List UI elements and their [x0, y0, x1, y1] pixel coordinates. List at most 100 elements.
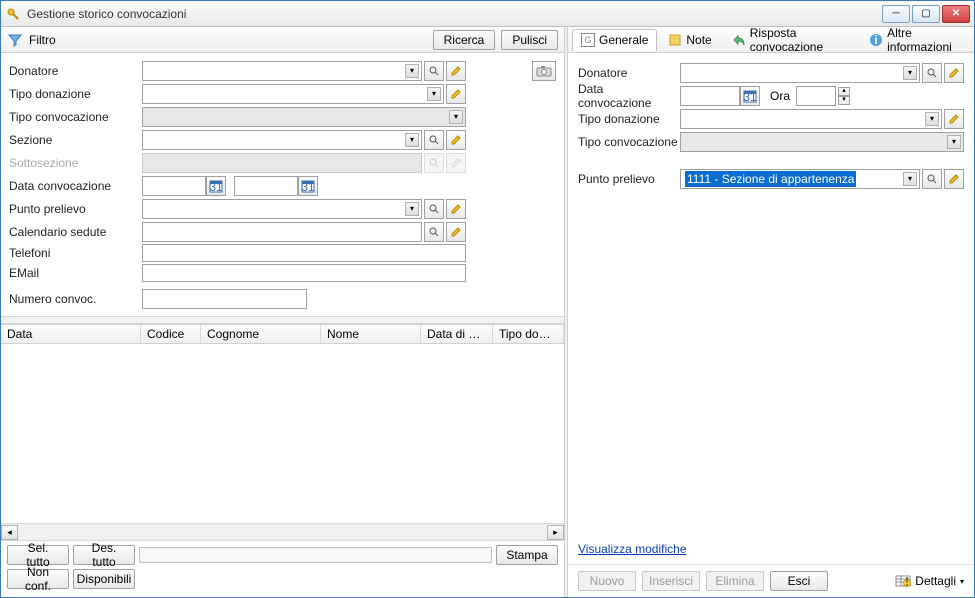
- calendario-edit-icon[interactable]: [446, 222, 466, 242]
- d-calendar-icon[interactable]: 31: [740, 86, 760, 106]
- tab-generale[interactable]: G Generale: [572, 29, 657, 51]
- lbl-tipo-donazione: Tipo donazione: [9, 87, 142, 101]
- dettagli-toggle[interactable]: ! Dettagli ▾: [895, 574, 964, 588]
- col-data-na[interactable]: Data di na...: [421, 325, 493, 343]
- data-conv-from[interactable]: [142, 176, 206, 196]
- lbl-d-tipo-donazione: Tipo donazione: [578, 112, 680, 126]
- lbl-sottosezione: Sottosezione: [9, 156, 142, 170]
- grid-header: Data Codice Cognome Nome Data di na... T…: [1, 324, 564, 344]
- tipo-donazione-edit-icon[interactable]: [446, 84, 466, 104]
- pulisci-button[interactable]: Pulisci: [501, 30, 558, 50]
- sezione-combo[interactable]: ▾: [142, 130, 422, 150]
- svg-text:31: 31: [209, 180, 223, 193]
- visualizza-modifiche-link[interactable]: Visualizza modifiche: [568, 534, 974, 564]
- filter-bar: Filtro Ricerca Pulisci: [1, 27, 564, 53]
- sezione-search-icon[interactable]: [424, 130, 444, 150]
- ora-down-icon[interactable]: ▾: [838, 96, 850, 105]
- stampa-button[interactable]: Stampa: [496, 545, 558, 565]
- non-conf-button[interactable]: Non conf.: [7, 569, 69, 589]
- tab-risposta[interactable]: Risposta convocazione: [723, 29, 858, 51]
- window-buttons: ─ ▢ ✕: [882, 5, 970, 23]
- d-donatore-search-icon[interactable]: [922, 63, 942, 83]
- lbl-donatore: Donatore: [9, 64, 142, 78]
- punto-prelievo-edit-icon[interactable]: [446, 199, 466, 219]
- filter-label: Filtro: [29, 33, 56, 47]
- d-tipo-donazione-combo[interactable]: ▾: [680, 109, 942, 129]
- detail-footer: Nuovo Inserisci Elimina Esci ! Dettagli …: [568, 564, 974, 597]
- lbl-d-punto-prelievo: Punto prelievo: [578, 172, 680, 186]
- ora-up-icon[interactable]: ▴: [838, 87, 850, 96]
- calendario-input[interactable]: [142, 222, 422, 242]
- maximize-button[interactable]: ▢: [912, 5, 940, 23]
- filter-form: Donatore ▾ Tipo donazione ▾ Tipo convoca…: [1, 53, 564, 316]
- d-tipo-donazione-edit-icon[interactable]: [944, 109, 964, 129]
- svg-text:31: 31: [301, 180, 315, 193]
- d-ora-input[interactable]: [796, 86, 836, 106]
- telefoni-input[interactable]: [142, 244, 466, 262]
- lbl-calendario: Calendario sedute: [9, 225, 142, 239]
- elimina-button: Elimina: [706, 571, 764, 591]
- esci-button[interactable]: Esci: [770, 571, 828, 591]
- lbl-email: EMail: [9, 266, 142, 280]
- d-donatore-combo[interactable]: ▾: [680, 63, 920, 83]
- data-conv-to[interactable]: [234, 176, 298, 196]
- ora-stepper[interactable]: ▴▾: [838, 87, 850, 105]
- col-data[interactable]: Data: [1, 325, 141, 343]
- body: Filtro Ricerca Pulisci Donatore ▾ Tipo d…: [1, 27, 974, 597]
- punto-prelievo-search-icon[interactable]: [424, 199, 444, 219]
- svg-text:i: i: [874, 33, 877, 47]
- d-punto-search-icon[interactable]: [922, 169, 942, 189]
- sottosezione-combo: [142, 153, 422, 173]
- col-cognome[interactable]: Cognome: [201, 325, 321, 343]
- d-punto-prelievo-combo[interactable]: 1111 - Sezione di appartenenza ▾: [680, 169, 920, 189]
- grid-body[interactable]: [1, 344, 564, 523]
- calendario-search-icon[interactable]: [424, 222, 444, 242]
- calendar-to-icon[interactable]: 31: [298, 176, 318, 196]
- tipo-convocazione-combo[interactable]: ▾: [142, 107, 466, 127]
- numero-convoc-input[interactable]: [142, 289, 307, 309]
- ricerca-button[interactable]: Ricerca: [433, 30, 496, 50]
- sel-tutto-button[interactable]: Sel. tutto: [7, 545, 69, 565]
- lbl-numero-convoc: Numero convoc.: [9, 292, 142, 306]
- reply-icon: [732, 33, 746, 47]
- lbl-d-tipo-conv: Tipo convocazione: [578, 135, 680, 149]
- dettagli-label: Dettagli: [915, 574, 956, 588]
- col-codice[interactable]: Codice: [141, 325, 201, 343]
- minimize-button[interactable]: ─: [882, 5, 910, 23]
- d-punto-edit-icon[interactable]: [944, 169, 964, 189]
- d-donatore-edit-icon[interactable]: [944, 63, 964, 83]
- punto-prelievo-combo[interactable]: ▾: [142, 199, 422, 219]
- lbl-d-ora: Ora: [770, 89, 790, 103]
- tab-note[interactable]: Note: [659, 29, 720, 51]
- scroll-left-icon[interactable]: ◂: [1, 525, 18, 540]
- donatore-edit-icon[interactable]: [446, 61, 466, 81]
- svg-text:!: !: [905, 575, 909, 589]
- d-tipo-conv-combo[interactable]: ▾: [680, 132, 964, 152]
- horizontal-splitter[interactable]: [1, 316, 564, 324]
- camera-icon[interactable]: [532, 61, 556, 81]
- lbl-d-donatore: Donatore: [578, 66, 680, 80]
- donatore-search-icon[interactable]: [424, 61, 444, 81]
- tab-generale-icon: G: [581, 33, 595, 47]
- left-bottom-bar: Sel. tutto Des. tutto Stampa Non conf. D…: [1, 540, 564, 597]
- donatore-combo[interactable]: ▾: [142, 61, 422, 81]
- nuovo-button: Nuovo: [578, 571, 636, 591]
- disponibili-button[interactable]: Disponibili: [73, 569, 135, 589]
- col-nome[interactable]: Nome: [321, 325, 421, 343]
- sezione-edit-icon[interactable]: [446, 130, 466, 150]
- email-input[interactable]: [142, 264, 466, 282]
- d-data-conv-input[interactable]: [680, 86, 740, 106]
- detail-form: Donatore ▾ Data convocazione 31 Ora ▴▾ T…: [568, 53, 974, 198]
- close-button[interactable]: ✕: [942, 5, 970, 23]
- lbl-data-convocazione: Data convocazione: [9, 179, 142, 193]
- tipo-donazione-combo[interactable]: ▾: [142, 84, 444, 104]
- inserisci-button: Inserisci: [642, 571, 700, 591]
- scroll-right-icon[interactable]: ▸: [547, 525, 564, 540]
- svg-text:31: 31: [743, 90, 757, 103]
- funnel-icon: [7, 32, 23, 48]
- grid-hscroll[interactable]: ◂ ▸: [1, 523, 564, 540]
- calendar-from-icon[interactable]: 31: [206, 176, 226, 196]
- des-tutto-button[interactable]: Des. tutto: [73, 545, 135, 565]
- tab-altre[interactable]: i Altre informazioni: [860, 29, 970, 51]
- col-tipo-donazione[interactable]: Tipo donazione: [493, 325, 564, 343]
